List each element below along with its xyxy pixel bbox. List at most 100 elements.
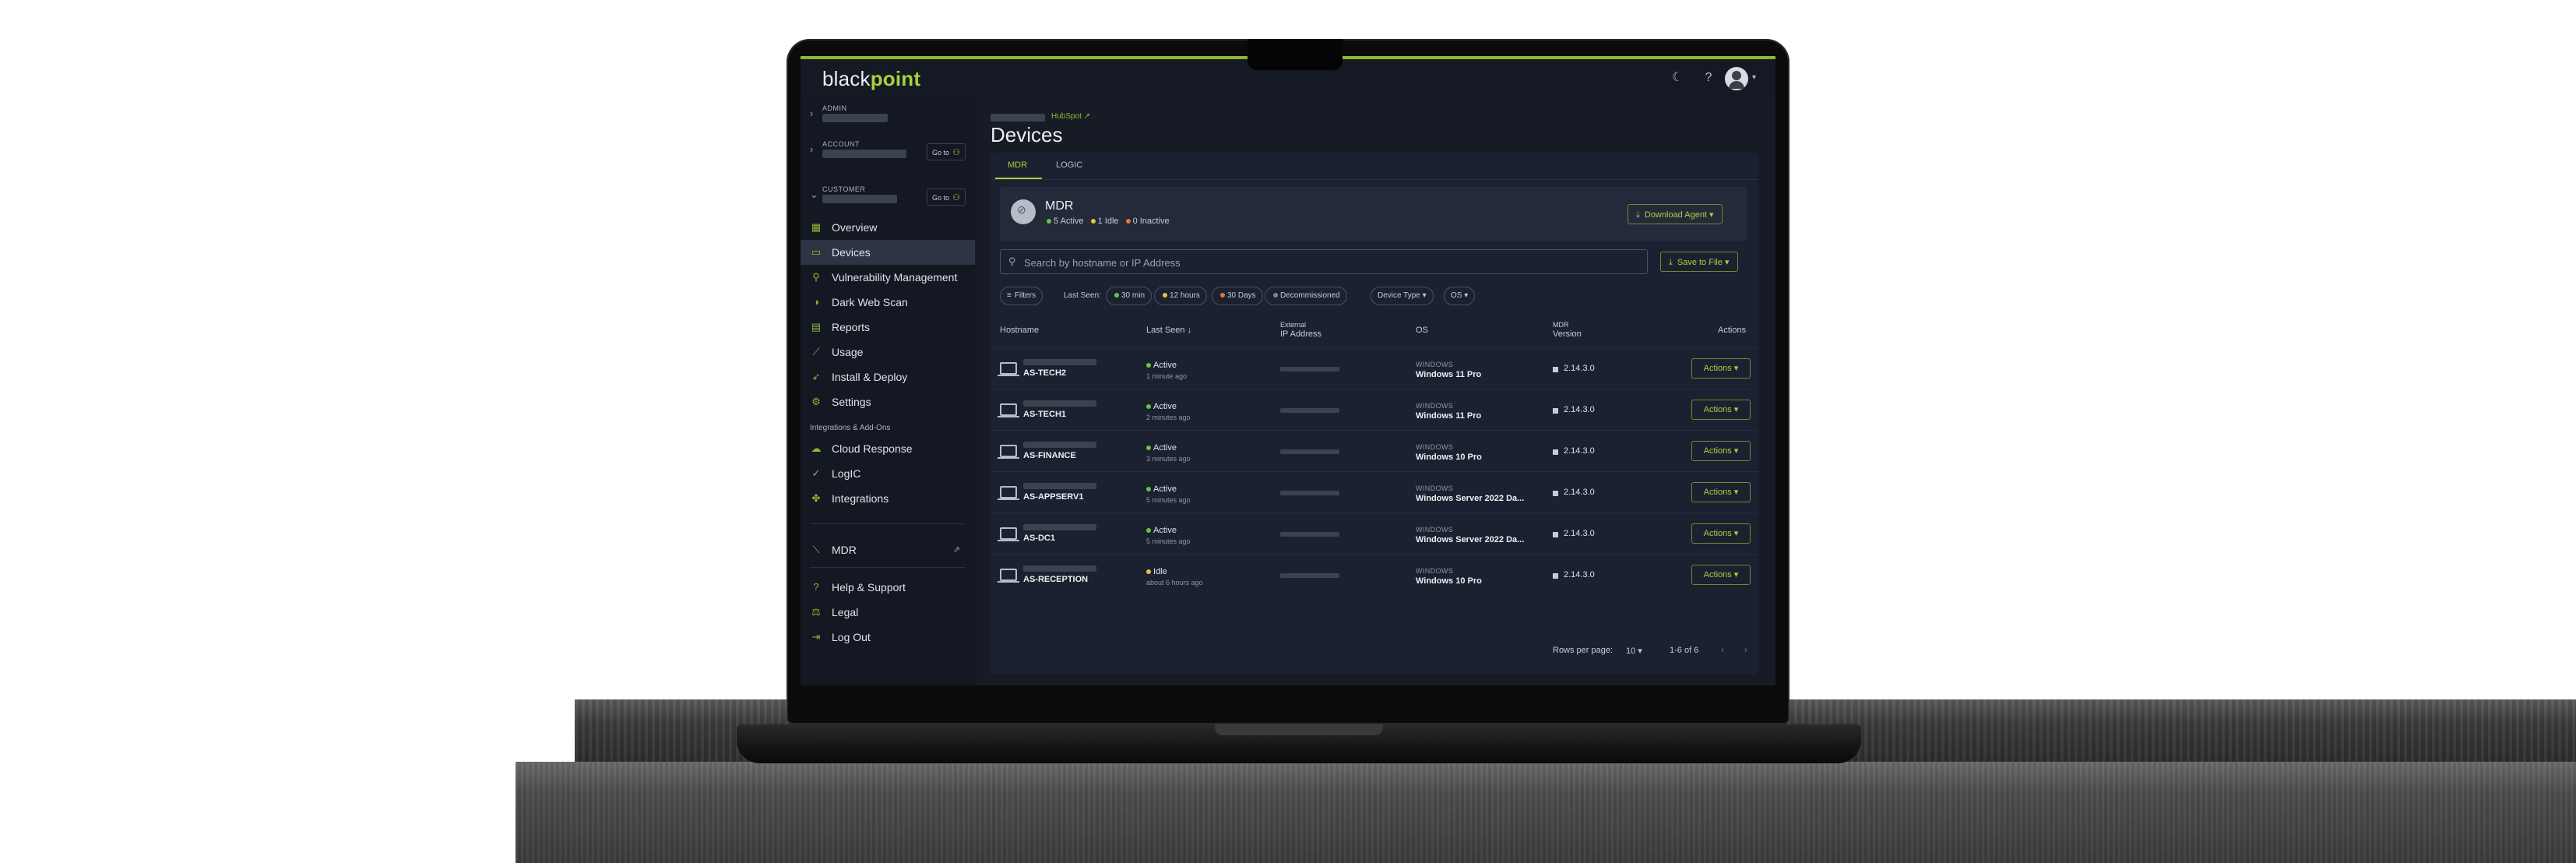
avatar-caret-icon[interactable]: ▾: [1752, 73, 1756, 82]
table-row[interactable]: AS-APPSERV1 Active 5 minutes ago WINDOWS Win…: [991, 471, 1758, 513]
sidebar-item-integrations[interactable]: ✤ Integrations: [801, 486, 975, 511]
tab-mdr[interactable]: MDR: [1008, 160, 1027, 170]
sidebar-item-label: MDR: [832, 544, 857, 556]
camera-notch: [1248, 39, 1343, 70]
col-version-line1[interactable]: MDR: [1553, 320, 1569, 329]
blackpoint-logo[interactable]: blackpoint: [822, 67, 920, 91]
sidebar-item-label: Usage: [832, 346, 864, 358]
sidebar-item-label: Help & Support: [832, 581, 906, 594]
status-text: Active: [1153, 526, 1177, 535]
save-to-file-button[interactable]: ⤓ Save to File ▾: [1660, 252, 1738, 272]
status-dot-icon: [1146, 569, 1151, 574]
sidebar-item-help-support[interactable]: ? Help & Support: [801, 575, 975, 600]
chip-decommissioned[interactable]: Decommissioned: [1265, 287, 1347, 305]
goto-account-button[interactable]: Go to ⚇: [927, 143, 966, 160]
hostname[interactable]: AS-TECH1: [1023, 410, 1066, 419]
table-row[interactable]: AS-RECEPTION Idle about 6 hours ago WINDOWS…: [991, 554, 1758, 596]
col-hostname[interactable]: Hostname: [1000, 326, 1039, 335]
hostname[interactable]: AS-FINANCE: [1023, 451, 1076, 460]
search-input[interactable]: [1022, 253, 1641, 272]
vulnerability-icon: ⚲: [812, 271, 820, 283]
mdr-version: 2.14.3.0: [1564, 488, 1595, 497]
actions-button[interactable]: Actions ▾: [1691, 523, 1751, 544]
sidebar-item-legal[interactable]: ⚖ Legal: [801, 600, 975, 625]
sidebar-item-logic[interactable]: ✓ LogIC: [801, 461, 975, 486]
table-row[interactable]: AS-TECH2 Active 1 minute ago WINDOWS Windows…: [991, 347, 1758, 389]
goto-customer-button[interactable]: Go to ⚇: [927, 188, 966, 206]
col-ip-line1[interactable]: External: [1280, 320, 1306, 329]
actions-button[interactable]: Actions ▾: [1691, 400, 1751, 420]
sidebar-item-dark-web-scan[interactable]: ◑ Dark Web Scan: [801, 290, 975, 315]
sidebar-item-label: Legal: [832, 606, 859, 618]
col-last-seen[interactable]: Last Seen ↓: [1146, 326, 1191, 335]
sidebar-item-overview[interactable]: ▦ Overview: [801, 215, 975, 240]
idle-dot-icon: [1163, 292, 1167, 298]
filters-button[interactable]: ≡ Filters: [1000, 287, 1043, 305]
sidebar-divider: [810, 523, 966, 524]
sidebar-item-label: Cloud Response: [832, 442, 913, 455]
gavel-icon: ⚖: [811, 606, 821, 618]
os-dropdown[interactable]: OS ▾: [1444, 287, 1476, 305]
page-title: Devices: [991, 123, 1063, 146]
app-screen: blackpoint ☾ ? ▾ › ADMIN › ACCOUNT Go to…: [801, 56, 1775, 685]
tab-logic[interactable]: LOGIC: [1056, 160, 1082, 170]
sidebar-item-reports[interactable]: ▤ Reports: [801, 315, 975, 340]
col-ip-line2[interactable]: IP Address: [1280, 329, 1321, 339]
status-text: Active: [1153, 443, 1177, 453]
actions-button[interactable]: Actions ▾: [1691, 358, 1751, 379]
sidebar-item-devices[interactable]: ▭ Devices: [801, 240, 975, 265]
user-avatar-icon[interactable]: [1725, 67, 1748, 90]
scope-customer[interactable]: ⌄ CUSTOMER Go to ⚇: [810, 185, 966, 209]
laptop-base: [737, 724, 1861, 763]
moon-icon[interactable]: ☾: [1670, 70, 1685, 86]
sidebar-item-cloud-response[interactable]: ☁ Cloud Response: [801, 436, 975, 461]
hubspot-link[interactable]: HubSpot ↗: [1051, 112, 1090, 121]
hostname[interactable]: AS-DC1: [1023, 534, 1055, 543]
next-page-icon[interactable]: ›: [1744, 646, 1747, 655]
actions-button[interactable]: Actions ▾: [1691, 482, 1751, 502]
hostname[interactable]: AS-APPSERV1: [1023, 492, 1083, 502]
download-agent-button[interactable]: ⤓ Download Agent ▾: [1628, 204, 1723, 224]
prev-page-icon[interactable]: ‹: [1721, 646, 1724, 655]
rows-per-page-select[interactable]: 10 ▾: [1626, 646, 1642, 656]
sidebar-item-usage[interactable]: ⟋ Usage: [801, 340, 975, 365]
os-name: Windows 10 Pro: [1416, 576, 1482, 586]
redacted-breadcrumb: [991, 114, 1045, 122]
col-os[interactable]: OS: [1416, 326, 1428, 335]
table-row[interactable]: AS-DC1 Active 5 minutes ago WINDOWS Windows …: [991, 513, 1758, 555]
col-version-line2[interactable]: Version: [1553, 329, 1582, 339]
sidebar-item-install-deploy[interactable]: ➶ Install & Deploy: [801, 365, 975, 389]
search-box[interactable]: ⚲: [1000, 249, 1648, 274]
decommissioned-dot-icon: [1273, 292, 1278, 298]
logo-text-1: black: [822, 67, 871, 90]
sidebar-item-label: LogIC: [832, 467, 861, 480]
sidebar-item-log-out[interactable]: ⇥ Log Out: [801, 625, 975, 650]
hostname[interactable]: AS-TECH2: [1023, 368, 1066, 378]
status-text: Active: [1153, 484, 1177, 494]
scope-label: CUSTOMER: [822, 185, 866, 193]
chip-30-min[interactable]: 30 min: [1106, 287, 1153, 305]
actions-button[interactable]: Actions ▾: [1691, 565, 1751, 585]
redacted-ip: [1280, 532, 1339, 537]
integrations-section-label: Integrations & Add-Ons: [810, 424, 891, 432]
table-row[interactable]: AS-TECH1 Active 2 minutes ago WINDOWS Window…: [991, 389, 1758, 431]
chip-12-hours[interactable]: 12 hours: [1154, 287, 1207, 305]
puzzle-icon: ✤: [811, 492, 821, 504]
idle-dot-icon: [1090, 218, 1096, 224]
actions-button[interactable]: Actions ▾: [1691, 441, 1751, 461]
chip-label: 30 min: [1121, 291, 1145, 300]
table-row[interactable]: AS-FINANCE Active 3 minutes ago WINDOWS Wind…: [991, 430, 1758, 472]
save-to-file-label: Save to File ▾: [1677, 258, 1730, 267]
help-icon[interactable]: ?: [1701, 70, 1716, 86]
scope-account[interactable]: › ACCOUNT Go to ⚇: [810, 140, 966, 164]
sidebar-item-mdr[interactable]: ⟍ MDR ⇗: [801, 537, 975, 562]
hostname[interactable]: AS-RECEPTION: [1023, 575, 1088, 584]
scope-label: ADMIN: [822, 104, 847, 112]
sidebar-item-settings[interactable]: ⚙ Settings: [801, 389, 975, 414]
sidebar-item-vulnerability-management[interactable]: ⚲ Vulnerability Management: [801, 265, 975, 290]
scope-admin[interactable]: › ADMIN: [810, 104, 966, 123]
device-type-dropdown[interactable]: Device Type ▾: [1371, 287, 1434, 305]
chip-30-days[interactable]: 30 Days: [1212, 287, 1263, 305]
status: Active: [1146, 443, 1177, 453]
chevron-right-icon: ›: [810, 143, 814, 155]
